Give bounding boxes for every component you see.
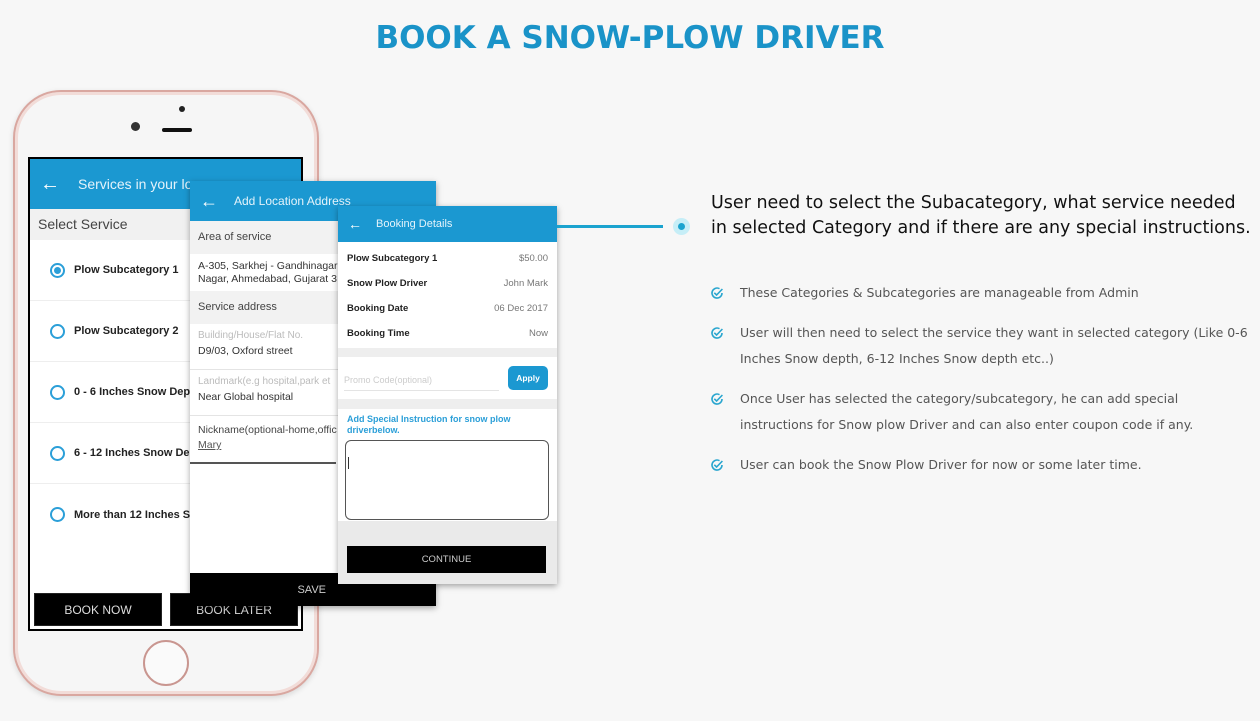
- booking-row-key: Booking Date: [347, 303, 409, 314]
- radio-icon[interactable]: [50, 384, 65, 400]
- speaker-grille: [162, 128, 192, 132]
- feature-text: These Categories & Subcategories are man…: [740, 285, 1139, 300]
- service-option-label: 0 - 6 Inches Snow Depth: [74, 386, 201, 398]
- feature-list: These Categories & Subcategories are man…: [710, 280, 1250, 492]
- sensor-dot: [179, 106, 185, 112]
- promo-row: Promo Code(optional) Apply: [338, 357, 557, 399]
- feature-text: Once User has selected the category/subc…: [740, 391, 1194, 432]
- service-option-label: More than 12 Inches Sno: [74, 508, 204, 521]
- back-arrow-icon[interactable]: ←: [40, 173, 60, 196]
- radio-icon[interactable]: [50, 507, 65, 522]
- special-instruction-label: Add Special Instruction for snow plow dr…: [347, 414, 511, 435]
- page-title: BOOK A SNOW-PLOW DRIVER: [375, 20, 885, 56]
- booking-row-value: $50.00: [518, 253, 548, 264]
- front-camera: [131, 122, 140, 131]
- feature-text: User will then need to select the servic…: [740, 325, 1248, 366]
- nickname-value[interactable]: Mary: [198, 439, 328, 451]
- location-title: Add Location Address: [234, 194, 351, 208]
- divider: [338, 348, 557, 357]
- promo-code-input[interactable]: Promo Code(optional): [344, 375, 499, 391]
- booking-row: Booking Time Now: [338, 321, 557, 346]
- feature-item: These Categories & Subcategories are man…: [710, 280, 1250, 306]
- special-instruction-textarea[interactable]: [345, 440, 549, 520]
- services-title: Services in your loc: [78, 176, 200, 192]
- feature-text: User can book the Snow Plow Driver for n…: [740, 457, 1142, 472]
- nickname-placeholder: Nickname(optional-home,offic: [198, 424, 337, 436]
- connector-line: [557, 225, 663, 228]
- booking-row: Snow Plow Driver John Mark: [338, 271, 557, 296]
- booking-row: Booking Date 06 Dec 2017: [338, 296, 557, 321]
- feature-item: User can book the Snow Plow Driver for n…: [710, 452, 1250, 478]
- service-option-label: Plow Subcategory 1: [74, 264, 179, 276]
- feature-item: Once User has selected the category/subc…: [710, 386, 1250, 438]
- service-option-label: Plow Subcategory 2: [74, 325, 179, 337]
- radio-selected-icon[interactable]: [50, 262, 65, 278]
- divider: [338, 399, 557, 409]
- back-arrow-icon[interactable]: ←: [348, 216, 362, 232]
- back-arrow-icon[interactable]: ←: [200, 191, 218, 212]
- apply-button[interactable]: Apply: [508, 366, 548, 390]
- booking-appbar: ← Booking Details: [338, 206, 557, 242]
- home-button[interactable]: [143, 640, 189, 686]
- text-cursor: [348, 457, 349, 469]
- booking-row: Plow Subcategory 1 $50.00: [338, 246, 557, 271]
- booking-title: Booking Details: [376, 218, 453, 230]
- section-heading: User need to select the Subacategory, wh…: [711, 193, 1251, 238]
- booking-row-key: Snow Plow Driver: [347, 278, 428, 289]
- continue-button[interactable]: CONTINUE: [347, 546, 546, 573]
- check-circle-icon: [711, 287, 723, 299]
- connector-dot-icon: [673, 218, 690, 235]
- feature-item: User will then need to select the servic…: [710, 320, 1250, 372]
- booking-details-screen: ← Booking Details Plow Subcategory 1 $50…: [338, 206, 557, 584]
- book-now-button[interactable]: BOOK NOW: [34, 593, 162, 626]
- nickname-field[interactable]: Nickname(optional-home,offic Mary: [190, 416, 337, 464]
- check-circle-icon: [711, 393, 723, 405]
- booking-row-value: 06 Dec 2017: [494, 303, 548, 314]
- service-option-label: 6 - 12 Inches Snow Deptl: [74, 447, 203, 459]
- check-circle-icon: [711, 327, 723, 339]
- booking-row-value: John Mark: [503, 278, 548, 289]
- booking-row-key: Booking Time: [347, 328, 410, 339]
- booking-row-value: Now: [528, 328, 548, 339]
- radio-icon[interactable]: [50, 323, 65, 339]
- check-circle-icon: [711, 459, 723, 471]
- radio-icon[interactable]: [50, 445, 65, 461]
- booking-row-key: Plow Subcategory 1: [347, 253, 438, 264]
